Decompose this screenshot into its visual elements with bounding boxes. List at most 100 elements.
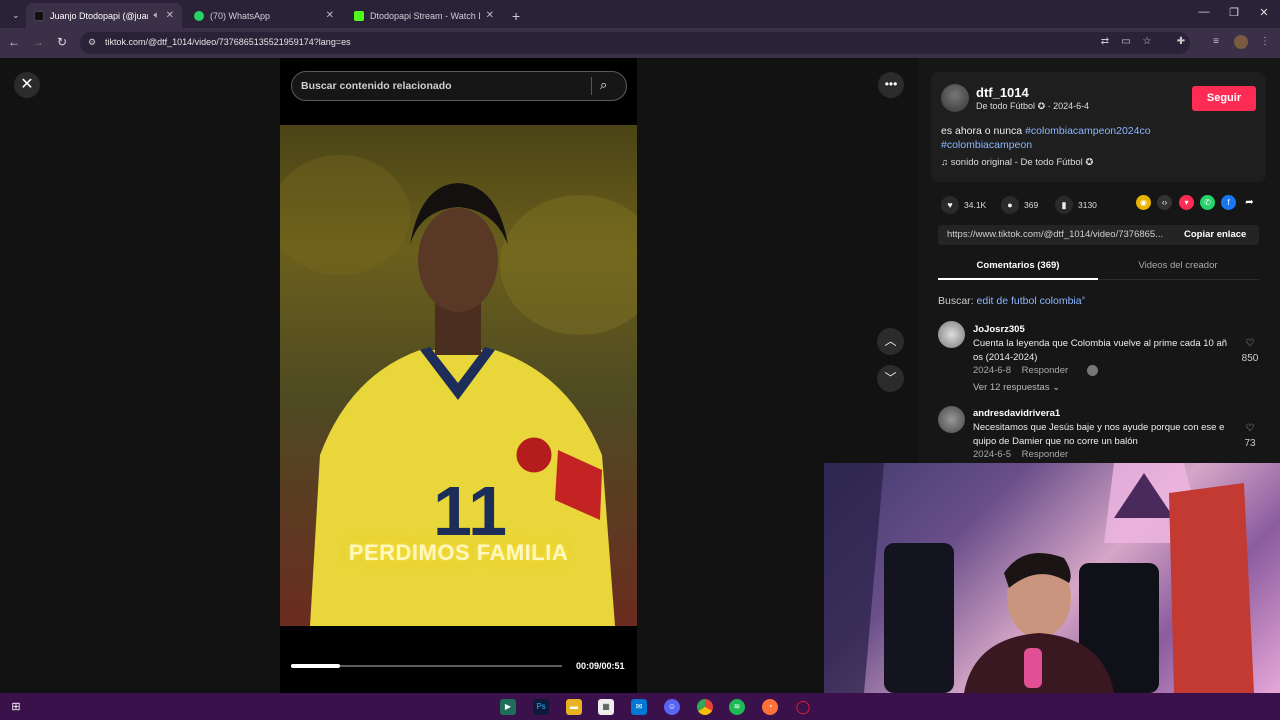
tab-creator-videos[interactable]: Videos del creador: [1098, 260, 1258, 271]
previous-video-button[interactable]: ︿: [877, 328, 904, 355]
comment-date: 2024-6-5: [973, 449, 1012, 460]
share-arrow-icon[interactable]: ➦: [1242, 195, 1257, 210]
discord-icon[interactable]: ☺: [664, 699, 680, 715]
comment-icon: ●: [1001, 196, 1019, 214]
mail-icon[interactable]: ✉: [631, 699, 647, 715]
save-stat[interactable]: ▮ 3130: [1055, 196, 1097, 214]
app-icon-terminal[interactable]: ▶: [500, 699, 516, 715]
sound-link[interactable]: ♫ sonido original - De todo Fútbol ✪: [941, 157, 1093, 168]
cast-icon[interactable]: ▭: [1119, 36, 1133, 47]
like-stat[interactable]: ♥ 34.1K: [941, 196, 986, 214]
tab-tiktok[interactable]: Juanjo Dtodopapi (@juanjo 🔈︎ ✕: [26, 3, 182, 28]
comment-like-heart-icon[interactable]: ♡: [1239, 423, 1261, 434]
comment-meta: 2024-6-5 Responder: [973, 449, 1068, 460]
display-name: De todo Fútbol: [976, 101, 1036, 111]
kick-icon: [354, 10, 364, 21]
site-info-icon[interactable]: ⚙: [88, 37, 96, 48]
save-count: 3130: [1078, 200, 1097, 210]
reading-list-icon[interactable]: ≡: [1209, 36, 1223, 47]
next-video-button[interactable]: ﹀: [877, 365, 904, 392]
post-date: 2024-6-4: [1053, 101, 1090, 111]
badge-icon: ✪: [1082, 157, 1094, 168]
sound-name: sonido original - De todo Fútbol: [950, 157, 1083, 168]
facebook-share-icon[interactable]: f: [1221, 195, 1236, 210]
username[interactable]: dtf_1014: [976, 85, 1029, 100]
tab-kick[interactable]: Dtodopapi Stream - Watch Live ✕: [346, 3, 502, 28]
firefox-icon[interactable]: ◔: [762, 699, 778, 715]
tab-title: Dtodopapi Stream - Watch Live: [370, 10, 480, 21]
back-icon[interactable]: ←: [6, 35, 22, 49]
new-tab-button[interactable]: +: [504, 3, 524, 28]
close-video-button[interactable]: ✕: [14, 72, 40, 98]
webcam-scene: [824, 463, 1254, 693]
active-tab-indicator: [938, 278, 1098, 280]
profile-avatar[interactable]: [1234, 35, 1248, 49]
post-description: es ahora o nunca #colombiacampeon2024co …: [941, 124, 1256, 152]
comment-avatar[interactable]: [938, 406, 965, 433]
tiktok-icon: [34, 10, 44, 21]
view-replies-button[interactable]: Ver 12 respuestas ⌄: [973, 382, 1060, 393]
opera-icon[interactable]: ◯: [795, 699, 811, 715]
tab-whatsapp[interactable]: (70) WhatsApp ✕: [186, 3, 342, 28]
close-window-icon[interactable]: ✕: [1256, 6, 1272, 19]
avatar[interactable]: [941, 84, 969, 112]
reply-button[interactable]: Responder: [1022, 365, 1068, 376]
copy-link-button[interactable]: Copiar enlace: [1184, 229, 1246, 240]
badge-icon: ✪ ·: [1037, 101, 1054, 111]
suggestion-prefix: Buscar:: [938, 295, 974, 307]
view-replies-label: Ver 12 respuestas: [973, 382, 1050, 393]
bookmark-star-icon[interactable]: ☆: [1140, 36, 1154, 47]
search-icon: ⌕: [1081, 295, 1086, 302]
post-link[interactable]: https://www.tiktok.com/@dtf_1014/video/7…: [947, 229, 1171, 240]
whatsapp-share-icon[interactable]: ✆: [1200, 195, 1215, 210]
photoshop-icon[interactable]: Ps: [533, 699, 549, 715]
comment-text: Necesitamos que Jesús baje y nos ayude p…: [973, 422, 1225, 447]
search-divider: [591, 77, 592, 95]
file-explorer-icon[interactable]: ▬: [566, 699, 582, 715]
restore-icon[interactable]: ❐: [1226, 6, 1242, 19]
search-icon[interactable]: ⌕: [600, 77, 607, 93]
chrome-icon[interactable]: [697, 699, 713, 715]
comment-like-heart-icon[interactable]: ♡: [1239, 338, 1261, 349]
heart-icon: ♥: [941, 196, 959, 214]
comment-like-count: 73: [1244, 438, 1256, 449]
url-text[interactable]: tiktok.com/@dtf_1014/video/7376865135521…: [105, 37, 351, 47]
reply-button[interactable]: Responder: [1022, 449, 1068, 460]
translate-icon[interactable]: ⇄: [1098, 36, 1112, 47]
windows-start-icon[interactable]: ⊞: [8, 699, 24, 715]
calculator-icon[interactable]: ▦: [598, 699, 614, 715]
comment-avatar[interactable]: [938, 321, 965, 348]
tab-list-button[interactable]: ⌄: [4, 3, 22, 28]
comment-username[interactable]: JoJosrz305: [973, 324, 1025, 335]
bookmark-icon: ▮: [1055, 196, 1073, 214]
search-suggestion[interactable]: Buscar: edit de futbol colombia⌕: [938, 295, 1086, 307]
hashtag-link[interactable]: #colombiacampeon: [941, 139, 1032, 151]
comment-date: 2024-6-8: [973, 365, 1012, 376]
chevron-down-icon: ⌄: [12, 10, 20, 20]
music-note-icon: ♫: [941, 157, 951, 168]
close-icon[interactable]: ✕: [486, 10, 494, 21]
comment-text: Cuenta la leyenda que Colombia vuelve al…: [973, 338, 1228, 363]
close-icon[interactable]: ✕: [166, 10, 174, 21]
embed-icon[interactable]: ‹›: [1157, 195, 1172, 210]
spotify-icon[interactable]: ≋: [729, 699, 745, 715]
webcam-overlay: [824, 463, 1280, 693]
more-options-button[interactable]: •••: [878, 72, 904, 98]
share-coin-icon[interactable]: ◉: [1136, 195, 1151, 210]
hashtag-link[interactable]: #colombiacampeon2024co: [1025, 125, 1151, 137]
menu-icon[interactable]: ⋮: [1258, 36, 1272, 47]
tab-comments[interactable]: Comentarios (369): [938, 260, 1098, 271]
progress-fill: [291, 664, 340, 668]
post-subline: De todo Fútbol ✪ · 2024-6-4: [976, 101, 1089, 112]
reload-icon[interactable]: ↻: [54, 35, 70, 49]
comment-username[interactable]: andresdavidrivera1: [973, 408, 1060, 419]
forward-icon[interactable]: →: [30, 35, 46, 49]
minimize-icon[interactable]: —: [1196, 6, 1212, 18]
extensions-icon[interactable]: ✚: [1174, 36, 1188, 47]
whatsapp-icon: [194, 10, 204, 21]
send-icon[interactable]: ▾: [1179, 195, 1194, 210]
chevron-down-icon: ⌄: [1052, 382, 1061, 393]
follow-button[interactable]: Seguir: [1192, 86, 1256, 111]
close-icon[interactable]: ✕: [326, 10, 334, 21]
comment-stat[interactable]: ● 369: [1001, 196, 1038, 214]
